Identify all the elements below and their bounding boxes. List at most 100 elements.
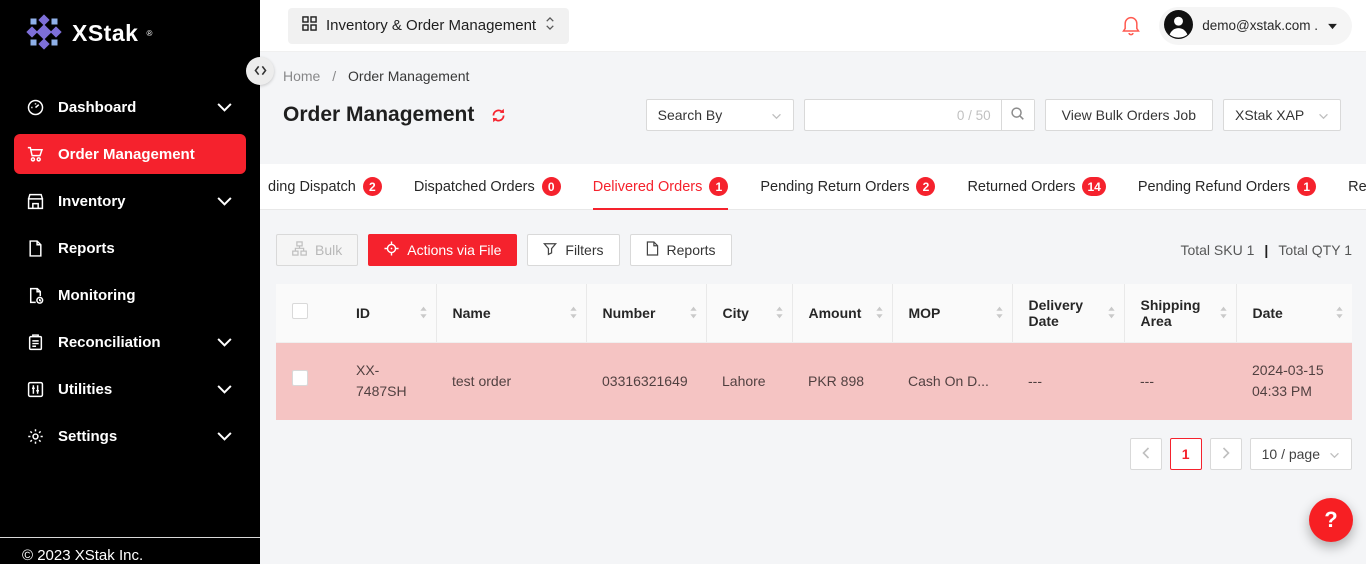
column-header-amount[interactable]: Amount [792, 284, 892, 342]
sort-icon[interactable] [1335, 306, 1344, 319]
breadcrumb: Home / Order Management [260, 52, 1366, 84]
column-label: Number [603, 305, 656, 321]
sidebar-item-settings[interactable]: Settings [14, 416, 246, 456]
select-all-header [276, 284, 340, 342]
cell-city: Lahore [706, 342, 792, 420]
sort-icon[interactable] [995, 306, 1004, 319]
select-all-checkbox[interactable] [292, 303, 308, 319]
sidebar-item-order-management[interactable]: Order Management [14, 134, 246, 174]
sort-icon[interactable] [775, 306, 784, 319]
search-by-value: Search By [658, 107, 723, 123]
sidebar-item-label: Inventory [58, 193, 126, 210]
tab-count-badge: 1 [709, 177, 728, 196]
pagination-prev-button[interactable] [1130, 438, 1162, 470]
chevron-down-icon [216, 99, 233, 116]
logo-trademark: ® [146, 29, 152, 38]
monitoring-icon [27, 287, 44, 304]
tab-label: Returned Orders [967, 179, 1075, 195]
sidebar-item-utilities[interactable]: Utilities [14, 369, 246, 409]
breadcrumb-home[interactable]: Home [283, 68, 320, 84]
tab-label: Delivered Orders [593, 179, 703, 195]
sort-icon[interactable] [689, 306, 698, 319]
filter-funnel-icon [543, 242, 557, 259]
chevron-down-icon [216, 334, 233, 351]
column-label: Shipping Area [1141, 297, 1213, 329]
view-bulk-orders-button[interactable]: View Bulk Orders Job [1045, 99, 1213, 131]
content: Bulk Actions via File Filters Reports [260, 210, 1366, 470]
user-menu[interactable]: demo@xstak.com . [1159, 7, 1352, 45]
column-label: Delivery Date [1029, 297, 1101, 329]
tab-pending-dispatch[interactable]: ding Dispatch 2 [268, 164, 382, 209]
sidebar-collapse-toggle[interactable] [246, 57, 274, 85]
total-sku: Total SKU 1 [1180, 242, 1254, 258]
sort-icon[interactable] [1107, 306, 1116, 319]
avatar [1164, 10, 1193, 42]
actions-via-file-button[interactable]: Actions via File [368, 234, 517, 266]
store-icon [27, 193, 44, 210]
refresh-icon[interactable] [490, 107, 507, 124]
column-header-city[interactable]: City [706, 284, 792, 342]
cart-icon [27, 146, 44, 163]
sidebar-item-reconciliation[interactable]: Reconciliation [14, 322, 246, 362]
tab-pending-return-orders[interactable]: Pending Return Orders 2 [760, 164, 935, 209]
tab-delivered-orders[interactable]: Delivered Orders 1 [593, 164, 729, 209]
pagination-next-button[interactable] [1210, 438, 1242, 470]
help-button[interactable]: ? [1309, 498, 1353, 542]
row-checkbox[interactable] [292, 370, 308, 386]
column-label: ID [356, 305, 370, 321]
column-label: Amount [809, 305, 862, 321]
column-header-id[interactable]: ID [340, 284, 436, 342]
search-by-select[interactable]: Search By [646, 99, 794, 131]
notification-bell-icon[interactable] [1121, 15, 1141, 37]
search-button[interactable] [1001, 100, 1034, 130]
sidebar-item-dashboard[interactable]: Dashboard [14, 87, 246, 127]
sidebar-item-reports[interactable]: Reports [14, 228, 246, 268]
sort-icon[interactable] [419, 306, 428, 319]
tab-dispatched-orders[interactable]: Dispatched Orders 0 [414, 164, 561, 209]
column-header-mop[interactable]: MOP [892, 284, 1012, 342]
column-header-name[interactable]: Name [436, 284, 586, 342]
reports-button[interactable]: Reports [630, 234, 732, 266]
bulk-button[interactable]: Bulk [276, 234, 358, 266]
workspace-switcher[interactable]: Inventory & Order Management [288, 8, 569, 44]
column-label: Name [453, 305, 491, 321]
sort-icon[interactable] [569, 306, 578, 319]
sidebar-item-label: Settings [58, 428, 117, 445]
aim-icon [384, 241, 399, 259]
search-input[interactable] [815, 107, 957, 123]
table-row[interactable]: XX-7487SH test order 03316321649 Lahore … [276, 342, 1352, 420]
cluster-icon [292, 241, 307, 259]
column-header-shipping-area[interactable]: Shipping Area [1124, 284, 1236, 342]
sort-icon[interactable] [1219, 306, 1228, 319]
breadcrumb-separator: / [332, 68, 336, 84]
tab-count-badge: 1 [1297, 177, 1316, 196]
sidebar-item-monitoring[interactable]: Monitoring [14, 275, 246, 315]
integration-value: XStak XAP [1235, 107, 1304, 123]
search-input-wrap: 0 / 50 [805, 100, 1001, 130]
tab-label: ding Dispatch [268, 179, 356, 195]
pagination-page-1[interactable]: 1 [1170, 438, 1202, 470]
sidebar: XStak ® Dashboard Order Management Inven… [0, 0, 260, 564]
page-size-select[interactable]: 10 / page [1250, 438, 1352, 470]
tab-truncated[interactable]: Re [1348, 164, 1366, 209]
reports-label: Reports [667, 242, 716, 258]
sidebar-item-inventory[interactable]: Inventory [14, 181, 246, 221]
integration-select[interactable]: XStak XAP [1223, 99, 1341, 131]
bulk-label: Bulk [315, 242, 342, 258]
tab-label: Re [1348, 179, 1366, 195]
tab-pending-refund-orders[interactable]: Pending Refund Orders 1 [1138, 164, 1316, 209]
sort-icon[interactable] [875, 306, 884, 319]
column-header-delivery-date[interactable]: Delivery Date [1012, 284, 1124, 342]
tab-label: Dispatched Orders [414, 179, 535, 195]
column-header-date[interactable]: Date [1236, 284, 1352, 342]
cell-name: test order [436, 342, 586, 420]
toolbar: Bulk Actions via File Filters Reports [276, 234, 1352, 266]
filters-button[interactable]: Filters [527, 234, 619, 266]
cell-delivery-date: --- [1012, 342, 1124, 420]
filters-label: Filters [565, 242, 603, 258]
page-size-value: 10 / page [1262, 446, 1320, 462]
tab-returned-orders[interactable]: Returned Orders 14 [967, 164, 1105, 209]
column-label: City [723, 305, 749, 321]
main-area: Inventory & Order Management demo@xstak.… [260, 0, 1366, 564]
column-header-number[interactable]: Number [586, 284, 706, 342]
